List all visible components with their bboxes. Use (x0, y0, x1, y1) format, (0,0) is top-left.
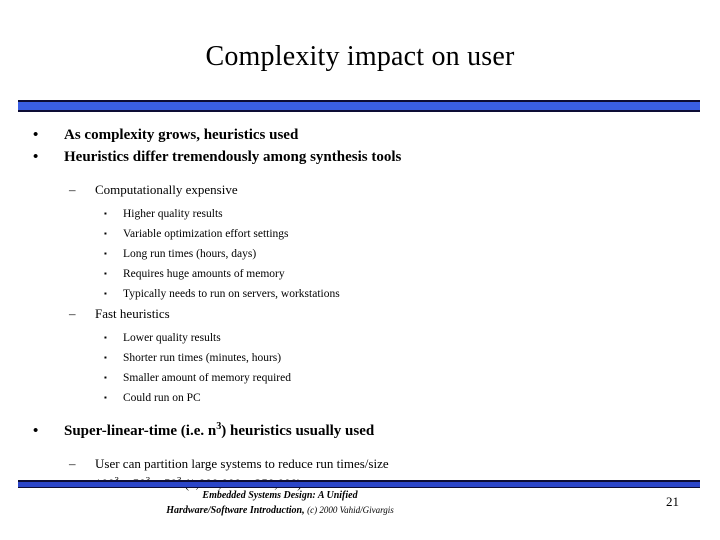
slide-body: • As complexity grows, heuristics used •… (0, 124, 720, 494)
bullet-text: Typically needs to run on servers, works… (123, 288, 340, 300)
bullet-level2: – Fast heuristics (0, 304, 720, 324)
bullet-marker-dash-icon: – (69, 182, 76, 197)
bullet-marker-square-icon: ▪ (104, 333, 107, 342)
footer-attribution: Embedded Systems Design: A Unified Hardw… (0, 489, 560, 518)
bullet-level1: • Super-linear-time (i.e. n3) heuristics… (0, 420, 720, 442)
bullet-text: Variable optimization effort settings (123, 228, 289, 240)
bullet-marker-square-icon: ▪ (104, 373, 107, 382)
bullet-text: Could run on PC (123, 392, 201, 404)
bullet-marker-round-icon: • (33, 149, 39, 165)
bullet-level2: – Computationally expensive (0, 180, 720, 200)
bullet-text: Super-linear-time (i.e. n3) heuristics u… (64, 421, 375, 439)
bullet-level3: ▪ Typically needs to run on servers, wor… (0, 284, 720, 304)
bullet-marker-round-icon: • (33, 423, 39, 439)
bullet-text: As complexity grows, heuristics used (64, 127, 299, 143)
bullet-level3: ▪ Could run on PC (0, 388, 720, 408)
bullet-text: Long run times (hours, days) (123, 248, 257, 260)
bullet-text: User can partition large systems to redu… (95, 456, 389, 471)
bullet-text: Smaller amount of memory required (123, 372, 291, 384)
footer-line-2: Hardware/Software Introduction, (c) 2000… (0, 503, 560, 518)
bullet-marker-square-icon: ▪ (104, 229, 107, 238)
bullet-level3: ▪ Shorter run times (minutes, hours) (0, 348, 720, 368)
bullet-marker-dash-icon: – (69, 306, 76, 321)
page-number: 21 (666, 494, 679, 509)
bullet-text: Lower quality results (123, 332, 221, 344)
bullet-level1: • Heuristics differ tremendously among s… (0, 146, 720, 168)
bullet-text: Higher quality results (123, 208, 223, 220)
footer-copyright: (c) 2000 Vahid/Givargis (307, 505, 394, 515)
page-title: Complexity impact on user (205, 41, 515, 72)
bullet-marker-dash-icon: – (69, 456, 76, 471)
bullet-marker-square-icon: ▪ (104, 353, 107, 362)
bullet-level3: ▪ Long run times (hours, days) (0, 244, 720, 264)
bullet-text: Computationally expensive (95, 182, 238, 197)
bullet-text: Heuristics differ tremendously among syn… (64, 149, 402, 165)
footer-divider-bottom (18, 480, 700, 488)
bullet-marker-square-icon: ▪ (104, 289, 107, 298)
bullet-level2: – User can partition large systems to re… (0, 454, 720, 474)
bullet-level3: ▪ Higher quality results (0, 204, 720, 224)
title-divider-top (18, 100, 700, 112)
bullet-marker-square-icon: ▪ (104, 209, 107, 218)
slide-canvas: Complexity impact on user • As complexit… (0, 0, 720, 540)
footer-book-title: Hardware/Software Introduction, (166, 505, 305, 516)
bullet-marker-square-icon: ▪ (104, 269, 107, 278)
bullet-level3: ▪ Smaller amount of memory required (0, 368, 720, 388)
footer-line-1: Embedded Systems Design: A Unified (202, 490, 358, 501)
bullet-level1: • As complexity grows, heuristics used (0, 124, 720, 146)
bullet-level3: ▪ Lower quality results (0, 328, 720, 348)
bullet-level3: ▪ Variable optimization effort settings (0, 224, 720, 244)
bullet-text: Requires huge amounts of memory (123, 268, 285, 280)
bullet-text: Fast heuristics (95, 306, 170, 321)
bullet-level3: ▪ Requires huge amounts of memory (0, 264, 720, 284)
bullet-marker-square-icon: ▪ (104, 249, 107, 258)
bullet-marker-square-icon: ▪ (104, 393, 107, 402)
bullet-marker-round-icon: • (33, 127, 39, 143)
bullet-text: Shorter run times (minutes, hours) (123, 352, 282, 364)
